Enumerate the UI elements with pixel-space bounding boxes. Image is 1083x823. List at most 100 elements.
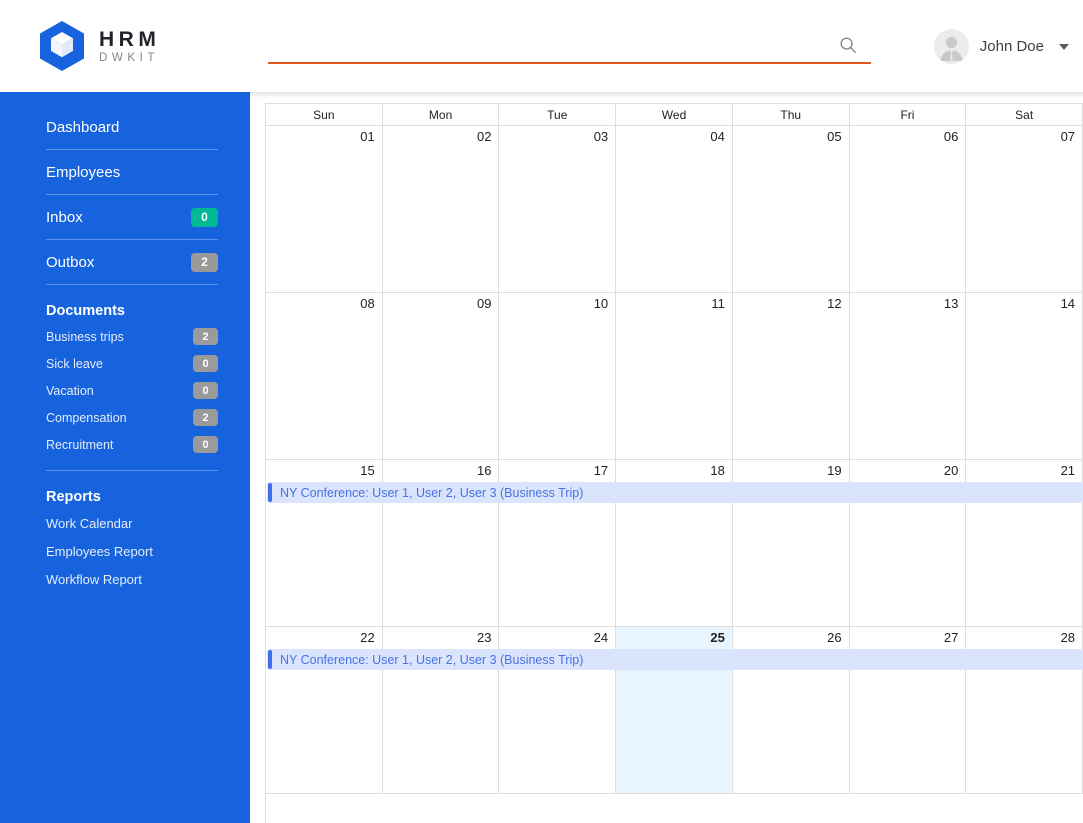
calendar-day-cell[interactable]	[966, 293, 1083, 459]
calendar-event-layer: NY Conference: User 1, User 2, User 3 (B…	[266, 482, 1083, 505]
calendar-date-number[interactable]: 08	[266, 293, 383, 315]
calendar-week-row: 22 23 24 25 26 27 28 NY Conference: User 1, Use…	[266, 627, 1083, 794]
calendar-date-number[interactable]: 04	[616, 126, 733, 148]
calendar-day-headers: Sun Mon Tue Wed Thu Fri Sat	[266, 104, 1083, 126]
user-menu[interactable]: John Doe	[933, 29, 1069, 64]
calendar-date-number[interactable]: 01	[266, 126, 383, 148]
recruitment-badge: 0	[193, 436, 218, 453]
sidebar-item-employees-report[interactable]: Employees Report	[46, 537, 218, 565]
calendar-date-number[interactable]: 17	[499, 460, 616, 482]
hexagon-cube-icon	[38, 20, 86, 72]
calendar-date-number[interactable]: 19	[733, 460, 850, 482]
calendar-date-numbers: 15 16 17 18 19 20 21	[266, 460, 1083, 482]
brand-subtitle: DWKIT	[99, 52, 160, 65]
day-header-wed: Wed	[616, 104, 733, 125]
search-box[interactable]	[268, 30, 871, 64]
brand-name: HRM	[99, 28, 161, 52]
top-header: HRM DWKIT John Doe	[0, 0, 1083, 92]
calendar-date-number[interactable]: 15	[266, 460, 383, 482]
calendar-date-numbers: 08 09 10 11 12 13 14	[266, 293, 1083, 315]
calendar-date-number[interactable]: 24	[499, 627, 616, 649]
calendar-event[interactable]: NY Conference: User 1, User 2, User 3 (B…	[267, 482, 1083, 503]
calendar-date-number[interactable]: 03	[499, 126, 616, 148]
calendar-date-number[interactable]: 26	[733, 627, 850, 649]
app-root: HRM DWKIT John Doe Dashboard Employees I…	[0, 0, 1083, 823]
sidebar-reports-group: Work Calendar Employees Report Workflow …	[0, 509, 250, 593]
brand-logo[interactable]: HRM DWKIT	[38, 20, 160, 72]
user-avatar-icon	[933, 29, 969, 64]
calendar-day-cell[interactable]	[732, 126, 850, 292]
sidebar-item-workflow-report[interactable]: Workflow Report	[46, 565, 218, 593]
calendar-day-cell[interactable]	[849, 293, 967, 459]
sidebar: Dashboard Employees Inbox 0 Outbox 2 Doc…	[0, 92, 250, 823]
calendar-date-number[interactable]: 11	[616, 293, 733, 315]
outbox-badge: 2	[191, 252, 218, 272]
calendar-date-number[interactable]: 20	[850, 460, 967, 482]
chevron-down-icon[interactable]	[1059, 43, 1069, 50]
search-icon[interactable]	[839, 36, 857, 54]
sidebar-item-inbox[interactable]: Inbox 0	[46, 195, 218, 240]
calendar-date-number[interactable]: 02	[383, 126, 500, 148]
sidebar-subitem-label: Vacation	[46, 383, 94, 398]
sidebar-item-vacation[interactable]: Vacation 0	[46, 377, 218, 404]
calendar-date-number[interactable]: 22	[266, 627, 383, 649]
sidebar-subitem-label: Recruitment	[46, 437, 114, 452]
sidebar-item-recruitment[interactable]: Recruitment 0	[46, 431, 218, 458]
calendar-day-cell[interactable]	[732, 293, 850, 459]
sidebar-item-work-calendar[interactable]: Work Calendar	[46, 509, 218, 537]
calendar-date-number[interactable]: 25	[616, 627, 733, 649]
day-header-thu: Thu	[733, 104, 850, 125]
calendar-grid: Sun Mon Tue Wed Thu Fri Sat 01 02 03 04 05 06…	[265, 103, 1083, 823]
sidebar-item-compensation[interactable]: Compensation 2	[46, 404, 218, 431]
calendar-day-cell[interactable]	[616, 126, 733, 292]
compensation-badge: 2	[193, 409, 218, 426]
calendar-day-cell[interactable]	[616, 293, 733, 459]
sidebar-item-sick-leave[interactable]: Sick leave 0	[46, 350, 218, 377]
inbox-badge: 0	[191, 207, 218, 227]
calendar-week-row: 08 09 10 11 12 13 14	[266, 293, 1083, 460]
calendar-day-cell[interactable]	[499, 293, 617, 459]
calendar-day-cell[interactable]	[966, 126, 1083, 292]
calendar-date-number[interactable]: 28	[966, 627, 1083, 649]
search-input[interactable]	[268, 30, 838, 61]
day-header-sat: Sat	[966, 104, 1083, 125]
day-header-fri: Fri	[850, 104, 967, 125]
sidebar-divider	[46, 470, 218, 471]
calendar-date-number[interactable]: 07	[966, 126, 1083, 148]
calendar-event[interactable]: NY Conference: User 1, User 2, User 3 (B…	[267, 649, 1083, 670]
calendar-date-number[interactable]: 12	[733, 293, 850, 315]
calendar-day-cell[interactable]	[499, 126, 617, 292]
calendar-date-number[interactable]: 05	[733, 126, 850, 148]
calendar-date-number[interactable]: 13	[850, 293, 967, 315]
sidebar-item-label: Employees	[46, 163, 121, 181]
calendar-day-cell[interactable]	[382, 126, 500, 292]
calendar-date-number[interactable]: 09	[383, 293, 500, 315]
business-trips-badge: 2	[193, 328, 218, 345]
calendar-date-number[interactable]: 06	[850, 126, 967, 148]
calendar-day-cell[interactable]	[382, 293, 500, 459]
calendar-date-number[interactable]: 23	[383, 627, 500, 649]
sidebar-section-documents-title: Documents	[46, 303, 125, 319]
calendar-date-number[interactable]: 27	[850, 627, 967, 649]
sidebar-item-employees[interactable]: Employees	[46, 150, 218, 195]
calendar-week-row: 01 02 03 04 05 06 07	[266, 126, 1083, 293]
sidebar-subitem-label: Compensation	[46, 410, 127, 425]
calendar-day-cell[interactable]	[266, 126, 383, 292]
sidebar-item-outbox[interactable]: Outbox 2	[46, 240, 218, 285]
sidebar-section-reports-title: Reports	[46, 489, 101, 505]
day-header-sun: Sun	[266, 104, 383, 125]
calendar-day-cell[interactable]	[849, 126, 967, 292]
sidebar-item-label: Inbox	[46, 208, 83, 226]
calendar-event-accent-bar	[268, 650, 272, 669]
calendar-day-cell[interactable]	[266, 293, 383, 459]
vacation-badge: 0	[193, 382, 218, 399]
calendar-date-number[interactable]: 14	[966, 293, 1083, 315]
sidebar-item-dashboard[interactable]: Dashboard	[46, 105, 218, 150]
calendar-date-number[interactable]: 10	[499, 293, 616, 315]
calendar-date-number[interactable]: 21	[966, 460, 1083, 482]
sidebar-link-label: Work Calendar	[46, 515, 133, 531]
calendar-date-number[interactable]: 18	[616, 460, 733, 482]
day-header-mon: Mon	[383, 104, 500, 125]
sidebar-item-business-trips[interactable]: Business trips 2	[46, 323, 218, 350]
calendar-date-number[interactable]: 16	[383, 460, 500, 482]
